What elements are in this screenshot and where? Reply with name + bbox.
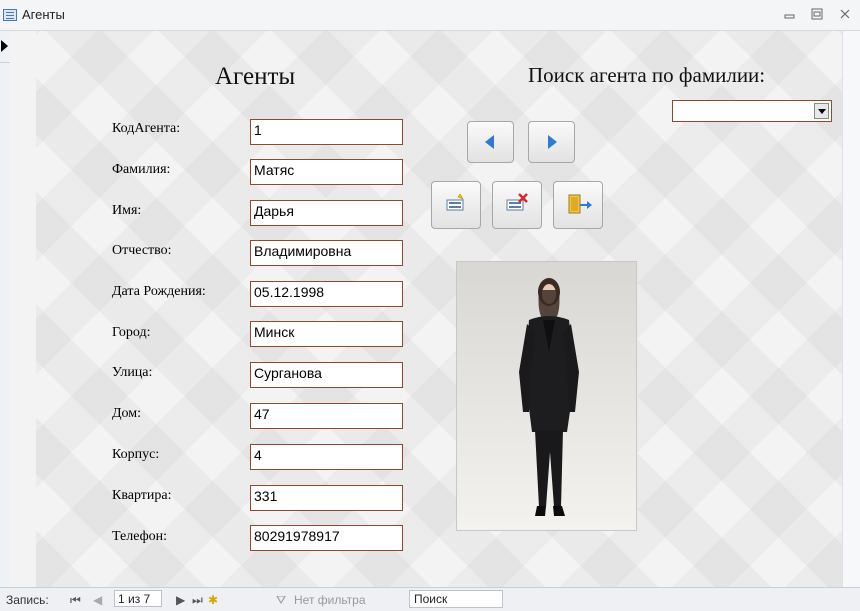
field-surname[interactable]: Матяс: [250, 159, 403, 185]
label-street: Улица:: [112, 365, 153, 380]
prev-record-small-icon[interactable]: ◀: [93, 593, 102, 607]
arrow-left-icon: [485, 135, 494, 149]
field-building[interactable]: 4: [250, 444, 403, 470]
label-house: Дом:: [112, 406, 142, 421]
next-record-small-icon[interactable]: ▶: [176, 593, 185, 607]
close-icon: [840, 9, 850, 19]
label-birth-date: Дата Рождения:: [112, 284, 206, 299]
restore-button[interactable]: [809, 7, 825, 21]
filter-status[interactable]: Нет фильтра: [294, 593, 366, 607]
close-button[interactable]: [837, 7, 853, 21]
field-phone[interactable]: 80291978917: [250, 525, 403, 551]
vertical-scrollbar[interactable]: [842, 31, 860, 587]
dropdown-arrow-icon[interactable]: [814, 103, 829, 119]
status-search-input[interactable]: Поиск: [409, 590, 503, 608]
minimize-button[interactable]: [781, 7, 797, 21]
next-record-button[interactable]: [528, 121, 575, 163]
field-house[interactable]: 47: [250, 403, 403, 429]
label-agent-code: КодАгента:: [112, 121, 181, 136]
arrow-right-icon: [548, 135, 557, 149]
agent-photo: [456, 261, 637, 531]
record-navigation-bar: Запись: ⏮ ◀ 1 из 7 ▶ ⏭ ✱ ⛛ Нет фильтра П…: [0, 587, 860, 611]
form-title: Агенты: [215, 63, 296, 90]
exit-door-icon: [568, 194, 592, 214]
field-agent-code[interactable]: 1: [250, 119, 403, 145]
field-birth-date[interactable]: 05.12.1998: [250, 281, 403, 307]
search-label: Поиск агента по фамилии:: [528, 63, 766, 87]
record-number-input[interactable]: 1 из 7: [114, 590, 162, 607]
field-street[interactable]: Сурганова: [250, 362, 403, 388]
new-record-button[interactable]: [431, 181, 481, 229]
label-apartment: Квартира:: [112, 488, 172, 503]
delete-record-icon: [506, 193, 528, 211]
form-icon: [3, 9, 17, 21]
field-patronymic[interactable]: Владимировна: [250, 240, 403, 266]
search-combo-box[interactable]: [672, 100, 832, 122]
label-city: Город:: [112, 325, 151, 340]
field-city[interactable]: Минск: [250, 321, 403, 347]
label-surname: Фамилия:: [112, 162, 171, 177]
first-record-icon[interactable]: ⏮: [70, 593, 81, 608]
form-margin: [10, 31, 36, 587]
label-name: Имя:: [112, 203, 142, 218]
label-patronymic: Отчество:: [112, 243, 172, 258]
field-apartment[interactable]: 331: [250, 485, 403, 511]
agent-photo-image: [457, 262, 636, 530]
delete-record-button[interactable]: [492, 181, 542, 229]
title-bar: Агенты: [0, 0, 860, 31]
previous-record-button[interactable]: [467, 121, 514, 163]
restore-icon: [811, 8, 823, 20]
current-record-arrow-icon: [1, 40, 8, 52]
record-selector-divider: [0, 62, 10, 63]
window-title: Агенты: [22, 7, 65, 22]
label-building: Корпус:: [112, 447, 160, 462]
new-record-small-icon[interactable]: ✱: [208, 593, 218, 607]
close-form-button[interactable]: [553, 181, 603, 229]
minimize-icon: [784, 14, 795, 19]
last-record-icon[interactable]: ⏭: [192, 593, 203, 608]
field-name[interactable]: Дарья: [250, 200, 403, 226]
filter-icon: ⛛: [276, 593, 287, 607]
record-label: Запись:: [6, 593, 49, 607]
new-record-icon: [446, 193, 464, 211]
label-phone: Телефон:: [112, 529, 168, 544]
